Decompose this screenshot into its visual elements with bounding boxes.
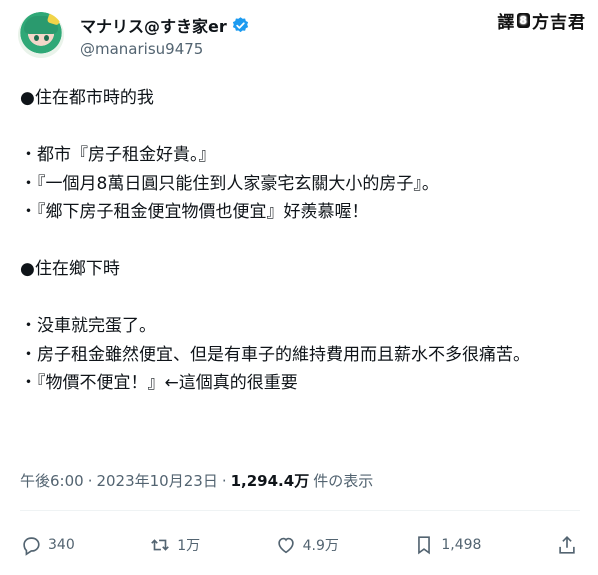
meta-separator: · bbox=[221, 471, 227, 490]
repost-count: 1万 bbox=[177, 538, 201, 554]
avatar[interactable] bbox=[18, 12, 64, 58]
tweet-time[interactable]: 午後6:00 bbox=[20, 470, 84, 491]
avatar-eye-right bbox=[44, 35, 49, 41]
meta-separator: · bbox=[87, 471, 93, 490]
avatar-eye-left bbox=[34, 35, 39, 41]
view-count: 1,294.4万 bbox=[230, 472, 310, 490]
user-handle[interactable]: @manarisu9475 bbox=[80, 40, 203, 58]
view-count-label: 件の表示 bbox=[313, 472, 374, 490]
display-name[interactable]: マナリス@すき家er bbox=[80, 13, 227, 37]
watermark-prefix: 譯 bbox=[497, 13, 516, 33]
like-button[interactable]: 4.9万 bbox=[275, 534, 339, 556]
watermark-badge: 8 bbox=[517, 13, 530, 28]
share-button[interactable] bbox=[556, 534, 578, 556]
action-bar: 340 1万 4.9万 1,498 bbox=[20, 530, 578, 560]
verified-badge-icon bbox=[232, 16, 248, 32]
watermark-name: 方吉君 bbox=[532, 13, 586, 33]
translator-watermark: 譯 8 方吉君 bbox=[497, 8, 586, 33]
bookmark-button[interactable]: 1,498 bbox=[413, 534, 481, 556]
repost-icon bbox=[151, 539, 170, 551]
tweet-date[interactable]: 2023年10月23日 bbox=[96, 470, 217, 491]
heart-icon bbox=[277, 537, 294, 554]
divider bbox=[20, 510, 580, 511]
tweet-text: ●住在都市時的我 ・都市『房子租金好貴。』 ・『一個月8萬日圓只能住到人家豪宅玄… bbox=[20, 88, 530, 393]
reply-count: 340 bbox=[48, 537, 75, 553]
like-count: 4.9万 bbox=[302, 538, 339, 554]
bookmark-count: 1,498 bbox=[441, 537, 482, 553]
tweet-meta: 午後6:00 · 2023年10月23日 · 1,294.4万 件の表示 bbox=[20, 470, 373, 491]
name-line: マナリス@すき家er bbox=[80, 13, 250, 37]
reply-icon bbox=[23, 537, 40, 556]
share-icon bbox=[559, 536, 575, 554]
bookmark-icon bbox=[418, 536, 431, 555]
repost-button[interactable]: 1万 bbox=[149, 534, 200, 556]
reply-button[interactable]: 340 bbox=[20, 534, 75, 556]
